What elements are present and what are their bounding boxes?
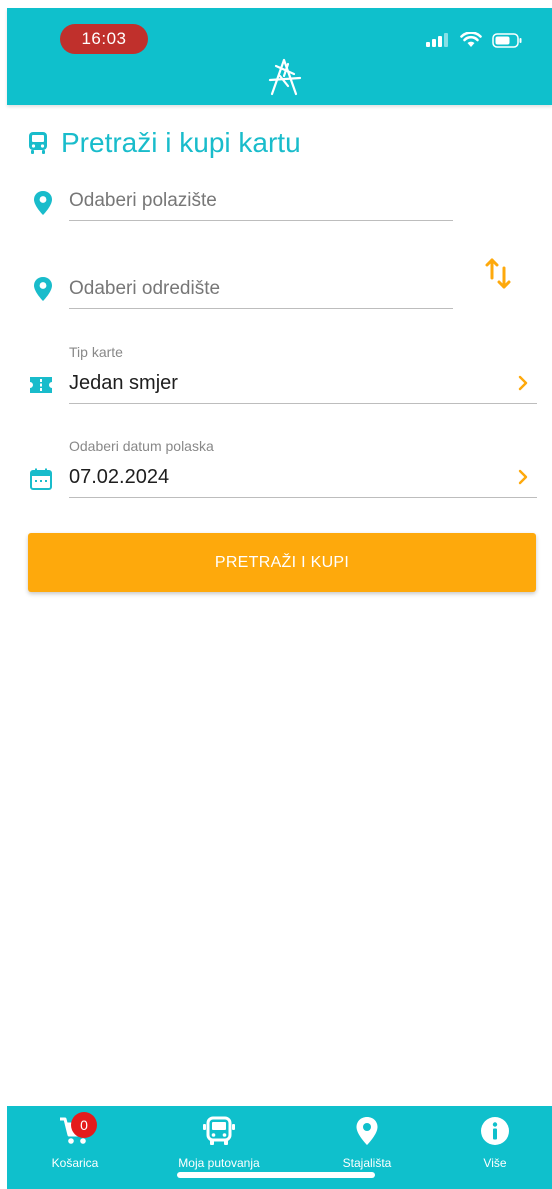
app-header: 16:03 bbox=[7, 8, 552, 105]
stylized-traveler-logo bbox=[268, 58, 302, 96]
cart-badge: 0 bbox=[71, 1112, 97, 1138]
page-title-row: Pretraži i kupi kartu bbox=[27, 123, 301, 163]
nav-label: Košarica bbox=[51, 1156, 99, 1170]
info-icon bbox=[481, 1117, 509, 1145]
home-indicator[interactable] bbox=[177, 1172, 375, 1178]
nav-label: Moja putovanja bbox=[178, 1156, 260, 1170]
calendar-icon bbox=[30, 468, 52, 490]
status-time: 16:03 bbox=[60, 24, 148, 54]
location-pin-icon bbox=[34, 191, 52, 215]
nav-label: Stajališta bbox=[342, 1156, 392, 1170]
departure-date-value: 07.02.2024 bbox=[69, 466, 170, 488]
wifi-icon bbox=[460, 32, 482, 47]
status-icons bbox=[426, 30, 522, 50]
departure-date-label: Odaberi datum polaska bbox=[69, 438, 214, 454]
departure-date-select[interactable]: Odaberi datum polaska 07.02.2024 bbox=[69, 438, 537, 498]
origin-placeholder: Odaberi polazište bbox=[69, 190, 217, 211]
battery-icon bbox=[492, 32, 522, 48]
ticket-type-select[interactable]: Tip karte Jedan smjer bbox=[69, 344, 537, 404]
location-pin-icon bbox=[356, 1117, 378, 1145]
ticket-type-label: Tip karte bbox=[69, 344, 123, 360]
destination-field[interactable]: Odaberi odredište bbox=[69, 269, 453, 309]
signal-icon bbox=[426, 33, 448, 47]
search-and-buy-button[interactable]: PRETRAŽI I KUPI bbox=[28, 533, 536, 592]
ticket-icon bbox=[30, 377, 52, 393]
nav-label: Više bbox=[483, 1156, 507, 1170]
chevron-right-icon bbox=[518, 469, 528, 485]
bus-icon bbox=[29, 132, 47, 154]
chevron-right-icon bbox=[518, 375, 528, 391]
destination-placeholder: Odaberi odredište bbox=[69, 278, 221, 299]
nav-item-cart[interactable]: 0 Košarica bbox=[7, 1106, 143, 1189]
phone-frame: 16:03 Pretraži i kupi kartu Odaberi pola… bbox=[0, 0, 552, 1189]
app-screen: 16:03 Pretraži i kupi kartu Odaberi pola… bbox=[7, 8, 552, 1189]
page-title: Pretraži i kupi kartu bbox=[61, 127, 301, 158]
origin-field[interactable]: Odaberi polazište bbox=[69, 181, 453, 221]
location-pin-icon bbox=[34, 277, 52, 301]
bus-icon bbox=[203, 1116, 235, 1145]
nav-item-more[interactable]: Više bbox=[427, 1106, 552, 1189]
ticket-type-value: Jedan smjer bbox=[69, 372, 178, 394]
swap-arrows-icon[interactable] bbox=[483, 256, 513, 292]
